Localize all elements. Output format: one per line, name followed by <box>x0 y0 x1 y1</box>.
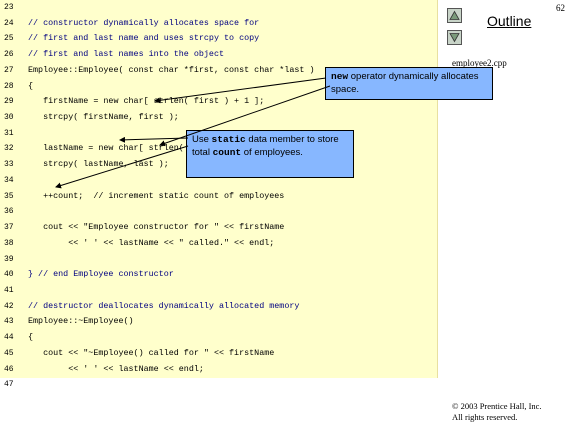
copyright-line-1: © 2003 Prentice Hall, Inc. <box>452 401 542 411</box>
line-number: 43 <box>4 317 14 327</box>
code-text: << ' ' << lastName << endl; <box>28 363 204 374</box>
line-number: 46 <box>4 364 14 374</box>
code-text: strcpy( firstName, first ); <box>28 112 179 123</box>
code-text: cout << "Employee constructor for " << f… <box>28 222 285 233</box>
code-text: << ' ' << lastName << " called." << endl… <box>28 237 275 248</box>
line-number: 37 <box>4 223 14 233</box>
line-number: 26 <box>4 50 14 60</box>
page-number: 62 <box>556 3 565 13</box>
line-number: 45 <box>4 348 14 358</box>
callout-new-operator: new operator dynamically allocates space… <box>325 67 493 100</box>
line-number: 42 <box>4 301 14 311</box>
code-text: } // end Employee constructor <box>28 269 174 280</box>
code-line: 25 // first and last name and uses strcpy… <box>0 33 437 44</box>
copyright-notice: © 2003 Prentice Hall, Inc. All rights re… <box>452 401 542 423</box>
code-text: // destructor deallocates dynamically al… <box>28 300 300 311</box>
code-line: 23 <box>0 2 437 13</box>
code-text: ++count; // increment static count of em… <box>28 190 285 201</box>
code-line: 38 << ' ' << lastName << " called." << e… <box>0 238 437 249</box>
code-line: 47 <box>0 379 437 390</box>
code-text: // first and last name and uses strcpy t… <box>28 33 260 44</box>
code-line: 30 strcpy( firstName, first ); <box>0 112 437 123</box>
code-text: firstName = new char[ strlen( first ) + … <box>28 96 265 107</box>
code-text: // constructor dynamically allocates spa… <box>28 17 260 28</box>
line-number: 34 <box>4 175 14 185</box>
line-number: 27 <box>4 65 14 75</box>
line-number: 32 <box>4 144 14 154</box>
line-number: 36 <box>4 207 14 217</box>
code-line: 24 // constructor dynamically allocates s… <box>0 18 437 29</box>
code-line: 46 << ' ' << lastName << endl; <box>0 364 437 375</box>
callout-keyword-new: new <box>331 71 349 82</box>
line-number: 40 <box>4 270 14 280</box>
callout-static-post: of employees. <box>241 147 303 158</box>
line-number: 39 <box>4 254 14 264</box>
line-number: 29 <box>4 97 14 107</box>
code-line: 35 ++count; // increment static count of… <box>0 191 437 202</box>
callout-static-member: Use static data member to store total co… <box>186 130 354 178</box>
code-line: 44 { <box>0 332 437 343</box>
triangle-down-icon <box>449 33 460 43</box>
line-number: 33 <box>4 160 14 170</box>
code-line: 40 } // end Employee constructor <box>0 269 437 280</box>
code-line: 39 <box>0 254 437 265</box>
callout-keyword-static: static <box>211 134 246 145</box>
code-text: // first and last names into the object <box>28 49 225 60</box>
code-listing-panel: 23 24 // constructor dynamically allocates… <box>0 0 438 389</box>
filename-label: employee2.cpp <box>452 58 507 68</box>
code-text: Employee::~Employee() <box>28 316 134 327</box>
line-number: 28 <box>4 81 14 91</box>
triangle-up-icon <box>449 10 460 20</box>
line-number: 25 <box>4 34 14 44</box>
callout-keyword-count: count <box>212 147 242 158</box>
code-line: 42 // destructor deallocates dynamically … <box>0 301 437 312</box>
code-text: Employee::Employee( const char *first, c… <box>28 64 315 75</box>
code-text: { <box>28 80 34 91</box>
code-line: 45 cout << "~Employee() called for " << … <box>0 348 437 359</box>
line-number: 47 <box>4 380 14 390</box>
code-text: strcpy( lastName, last ); <box>28 159 169 170</box>
code-line: 43 Employee::~Employee() <box>0 316 437 327</box>
line-number: 24 <box>4 18 14 28</box>
line-number: 44 <box>4 333 14 343</box>
line-number: 31 <box>4 128 14 138</box>
copyright-line-2: All rights reserved. <box>452 412 518 422</box>
code-line: 41 <box>0 285 437 296</box>
line-number: 35 <box>4 191 14 201</box>
callout-new-text: operator dynamically allocates space. <box>331 71 479 95</box>
line-number: 41 <box>4 285 14 295</box>
code-text: { <box>28 332 34 343</box>
code-line: 36 <box>0 206 437 217</box>
code-text: cout << "~Employee() called for " << fir… <box>28 347 275 358</box>
line-number: 23 <box>4 3 14 12</box>
outline-link[interactable]: Outline <box>487 13 531 29</box>
code-line: 26 // first and last names into the objec… <box>0 49 437 60</box>
callout-static-pre: Use <box>192 134 212 145</box>
line-number: 30 <box>4 113 14 123</box>
nav-next-button[interactable] <box>447 30 462 45</box>
code-line: 37 cout << "Employee constructor for " <… <box>0 222 437 233</box>
nav-previous-button[interactable] <box>447 8 462 23</box>
line-number: 38 <box>4 238 14 248</box>
